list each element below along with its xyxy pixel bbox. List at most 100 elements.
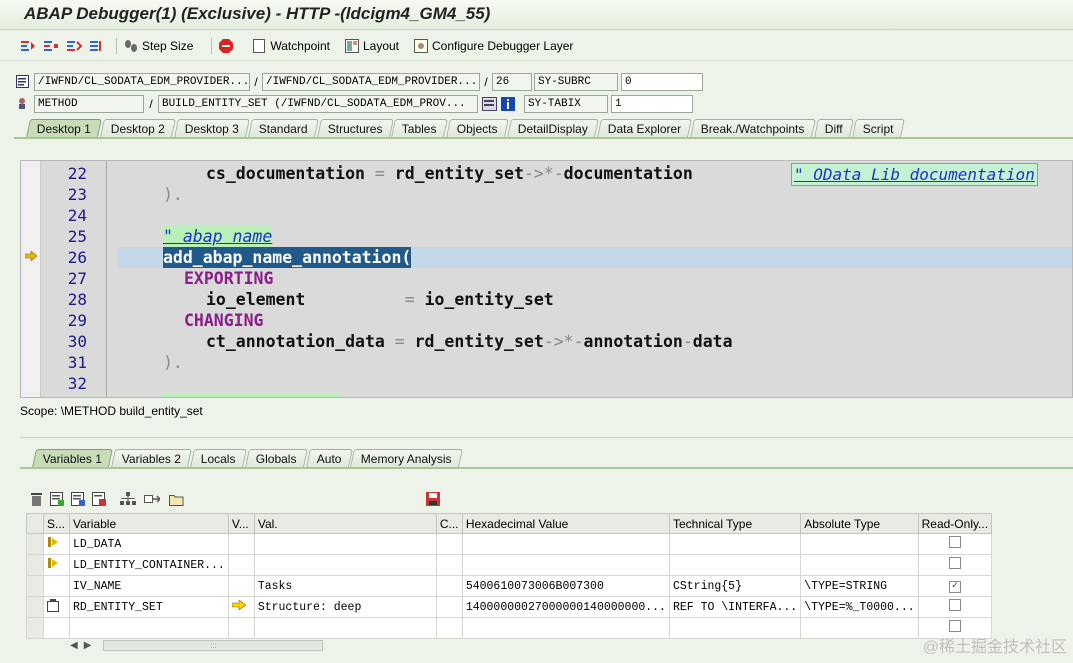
tab-label: Globals — [255, 452, 297, 466]
structure-icon[interactable] — [120, 491, 136, 507]
sy-subrc-value[interactable]: 0 — [621, 72, 703, 91]
column-header[interactable]: Val. — [253, 513, 437, 534]
export-icon[interactable] — [49, 491, 65, 507]
import-icon[interactable] — [70, 491, 86, 507]
delete-icon[interactable] — [28, 491, 44, 507]
code-comment: " OData Lib documentation — [791, 163, 1038, 186]
tab-auto[interactable]: Auto — [305, 449, 353, 467]
technical-type-cell — [668, 617, 802, 639]
tab-label: Break./Watchpoints — [701, 122, 805, 136]
sy-tabix-value[interactable]: 1 — [611, 94, 693, 113]
source-code-viewer[interactable]: 22 23 24 25 26 27 28 29 30 31 32 cs_documentation … — [20, 160, 1073, 398]
scope-label: Scope: \METHOD build_entity_set — [20, 404, 203, 418]
v-cell — [227, 554, 255, 576]
tab-standard[interactable]: Standard — [248, 119, 319, 137]
table-row[interactable] — [26, 617, 993, 639]
navigate-icon[interactable] — [144, 491, 160, 507]
tab-memory-analysis[interactable]: Memory Analysis — [350, 449, 463, 467]
event-field[interactable]: BUILD_ENTITY_SET (/IWFND/CL_SODATA_EDM_P… — [158, 94, 478, 113]
variable-cell — [69, 617, 229, 639]
scroll-right-icon[interactable]: ▶ — [84, 640, 92, 651]
tab-tables[interactable]: Tables — [391, 119, 449, 137]
step-size-button[interactable]: Step Size — [123, 38, 193, 54]
row-selector[interactable] — [26, 575, 44, 597]
tab-label: Diff — [824, 122, 843, 136]
code-line-26-current: add_abap_name_annotation( — [21, 247, 1072, 268]
value-cell: Tasks — [253, 575, 437, 597]
hex-value-cell — [461, 617, 670, 639]
event-type-field[interactable]: METHOD — [34, 94, 144, 113]
read-only-checkbox[interactable] — [948, 536, 961, 548]
info-icon[interactable] — [500, 96, 516, 112]
code-line-28: io_element = io_entity_set — [206, 290, 554, 309]
tab-globals[interactable]: Globals — [245, 449, 308, 467]
tab-detaildisplay[interactable]: DetailDisplay — [506, 119, 599, 137]
row-selector[interactable] — [26, 533, 44, 555]
status-cell — [43, 575, 70, 597]
column-header[interactable]: Technical Type — [668, 513, 802, 534]
watermark: @稀土掘金技术社区 — [922, 639, 1067, 656]
scroll-thumb[interactable]: ::: — [103, 639, 324, 651]
tab-variables-1[interactable]: Variables 1 — [32, 449, 114, 467]
layout-button[interactable]: Layout — [344, 38, 399, 54]
tab-break-watchpoints[interactable]: Break./Watchpoints — [690, 119, 816, 137]
save-list-icon[interactable] — [91, 491, 107, 507]
table-row[interactable]: RD_ENTITY_SET Structure: deep 140000000270… — [26, 596, 993, 618]
tab-desktop-3[interactable]: Desktop 3 — [174, 119, 251, 137]
variable-cell: LD_ENTITY_CONTAINER... — [69, 554, 229, 576]
expand-arrow-icon[interactable] — [231, 599, 247, 614]
column-header[interactable]: C... — [435, 513, 463, 534]
line-field[interactable]: 26 — [492, 72, 532, 91]
step-over-icon[interactable] — [43, 38, 59, 54]
row-selector[interactable] — [26, 596, 44, 618]
step-into-icon[interactable] — [20, 38, 36, 54]
row-selector-header[interactable] — [26, 513, 44, 534]
scroll-left-icon[interactable]: ◀ — [70, 640, 78, 651]
read-only-checkbox[interactable] — [948, 620, 961, 632]
read-only-checkbox[interactable]: ✓ — [948, 581, 961, 593]
column-header[interactable]: Variable — [69, 513, 229, 534]
configure-layer-button[interactable]: Configure Debugger Layer — [413, 38, 573, 54]
tab-desktop-1[interactable]: Desktop 1 — [26, 119, 102, 137]
folder-icon[interactable] — [168, 491, 184, 507]
continue-icon[interactable] — [89, 38, 105, 54]
watchpoint-button[interactable]: Watchpoint — [251, 38, 330, 54]
tab-diff[interactable]: Diff — [813, 119, 854, 137]
return-icon[interactable] — [66, 38, 82, 54]
column-header[interactable]: Absolute Type — [800, 513, 919, 534]
column-header[interactable]: S... — [43, 513, 70, 534]
row-selector[interactable] — [26, 554, 44, 576]
technical-type-cell — [668, 533, 802, 555]
stop-button[interactable] — [218, 38, 237, 54]
tab-structures[interactable]: Structures — [316, 119, 394, 137]
tab-label: Desktop 1 — [36, 122, 91, 136]
tab-variables-2[interactable]: Variables 2 — [111, 449, 193, 467]
code-token: io_entity_set — [424, 290, 554, 309]
table-row[interactable]: IV_NAME Tasks 5400610073006B007300 CString{… — [26, 575, 993, 597]
include-field[interactable]: /IWFND/CL_SODATA_EDM_PROVIDER... — [262, 72, 480, 91]
tab-locals[interactable]: Locals — [190, 449, 247, 467]
tab-objects[interactable]: Objects — [446, 119, 509, 137]
v-cell — [227, 533, 255, 555]
tab-desktop-2[interactable]: Desktop 2 — [100, 119, 176, 137]
navigate-source-icon[interactable] — [481, 96, 497, 112]
table-row[interactable]: LD_ENTITY_CONTAINER... — [26, 554, 993, 576]
tab-baseline — [14, 137, 1073, 139]
read-only-checkbox[interactable] — [948, 557, 961, 569]
column-header[interactable]: V... — [227, 513, 255, 534]
column-header[interactable]: Read-Only... — [917, 513, 993, 534]
tab-data-explorer[interactable]: Data Explorer — [596, 119, 693, 137]
column-header[interactable]: Hexadecimal Value — [461, 513, 670, 534]
hex-value-cell: 5400610073006B007300 — [461, 575, 670, 597]
horizontal-scrollbar[interactable]: ◀ ▶ ::: — [70, 638, 920, 652]
tab-script[interactable]: Script — [851, 119, 905, 137]
read-only-checkbox[interactable] — [948, 599, 961, 611]
program-field[interactable]: /IWFND/CL_SODATA_EDM_PROVIDER... — [34, 72, 250, 91]
code-token: annotation — [583, 332, 683, 351]
table-row[interactable]: LD_DATA — [26, 533, 993, 555]
row-selector[interactable] — [26, 617, 44, 639]
status-cell — [43, 533, 70, 555]
save-icon[interactable] — [425, 491, 441, 507]
value-cell — [253, 617, 437, 639]
var-icon — [47, 537, 59, 552]
